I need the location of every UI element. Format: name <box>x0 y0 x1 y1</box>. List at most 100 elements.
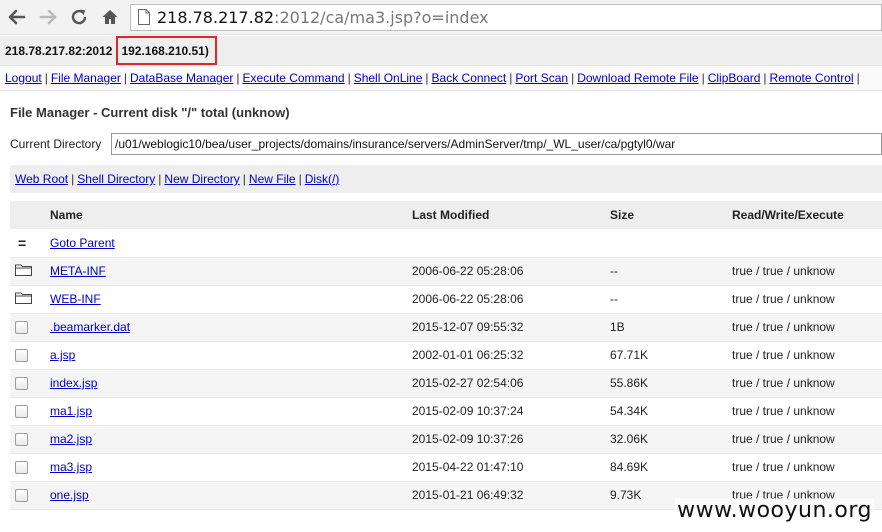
menu-separator: | <box>571 71 575 85</box>
current-directory-row: Current Directory <box>10 133 882 155</box>
menu-separator: | <box>509 71 513 85</box>
file-size: -- <box>610 285 732 314</box>
url-host: 218.78.217.82 <box>157 7 275 27</box>
goto-parent-link[interactable]: Goto Parent <box>50 236 115 250</box>
internal-ip: 192.168.210.51) <box>121 43 209 58</box>
file-checkbox[interactable] <box>15 349 28 363</box>
goto-parent-row: = Goto Parent <box>10 229 882 258</box>
menu-separator: | <box>856 71 860 85</box>
table-row: ma2.jsp 2015-02-09 10:37:26 32.06K true / t… <box>10 425 882 454</box>
menu-separator: | <box>425 71 429 85</box>
file-checkbox[interactable] <box>15 405 28 419</box>
reload-icon <box>71 9 87 25</box>
browser-toolbar: 218.78.217.82:2012/ca/ma3.jsp?o=index <box>0 0 882 35</box>
page-icon <box>138 9 150 25</box>
link-separator: | <box>71 172 75 186</box>
forward-button[interactable] <box>37 6 59 28</box>
menu-item-download-remote-file[interactable]: Download Remote File <box>577 71 698 85</box>
link-new-directory[interactable]: New Directory <box>164 172 239 186</box>
file-modified: 2015-02-09 10:37:24 <box>412 397 610 426</box>
file-size: 32.06K <box>610 425 732 454</box>
file-checkbox[interactable] <box>15 377 28 391</box>
menu-separator: | <box>123 71 127 85</box>
file-name-link[interactable]: META-INF <box>50 264 106 278</box>
home-button[interactable] <box>99 6 121 28</box>
file-size: -- <box>610 257 732 286</box>
table-row: .beamarker.dat 2015-12-07 09:55:32 1B true … <box>10 313 882 342</box>
folder-icon <box>15 264 32 276</box>
file-modified: 2015-02-27 02:54:06 <box>412 369 610 398</box>
file-checkbox[interactable] <box>15 461 28 475</box>
file-rwx: true / true / unknow <box>732 425 882 454</box>
internal-ip-highlight: 192.168.210.51) <box>116 36 217 65</box>
menu-item-port-scan[interactable]: Port Scan <box>515 71 568 85</box>
main-menu: Logout | File Manager | DataBase Manager | Exe… <box>0 66 882 91</box>
menu-item-file-manager[interactable]: File Manager <box>51 71 121 85</box>
table-row: WEB-INF 2006-06-22 05:28:06 -- true / true … <box>10 285 882 314</box>
arrow-right-icon <box>39 9 57 25</box>
link-new-file[interactable]: New File <box>249 172 296 186</box>
address-bar[interactable]: 218.78.217.82:2012/ca/ma3.jsp?o=index <box>130 3 882 31</box>
table-row: META-INF 2006-06-22 05:28:06 -- true / true… <box>10 257 882 286</box>
file-rwx: true / true / unknow <box>732 397 882 426</box>
link-separator: | <box>242 172 246 186</box>
menu-item-remote-control[interactable]: Remote Control <box>770 71 854 85</box>
menu-item-shell-online[interactable]: Shell OnLine <box>354 71 423 85</box>
file-rwx: true / true / unknow <box>732 285 882 314</box>
file-checkbox[interactable] <box>15 489 28 503</box>
menu-item-database-manager[interactable]: DataBase Manager <box>130 71 233 85</box>
menu-separator: | <box>763 71 767 85</box>
host-info-bar: 218.78.217.82:2012 192.168.210.51) <box>0 36 882 66</box>
file-name-link[interactable]: one.jsp <box>50 488 89 502</box>
folder-icon <box>15 292 32 304</box>
host-address: 218.78.217.82:2012 <box>5 43 113 58</box>
file-size: 54.34K <box>610 397 732 426</box>
menu-separator: | <box>347 71 351 85</box>
file-name-link[interactable]: index.jsp <box>50 376 97 390</box>
file-size: 55.86K <box>610 369 732 398</box>
file-name-link[interactable]: a.jsp <box>50 348 75 362</box>
file-modified: 2015-02-09 10:37:26 <box>412 425 610 454</box>
file-name-link[interactable]: WEB-INF <box>50 292 101 306</box>
file-size: 67.71K <box>610 341 732 370</box>
file-rwx: true / true / unknow <box>732 341 882 370</box>
link-web-root[interactable]: Web Root <box>15 172 68 186</box>
menu-item-logout[interactable]: Logout <box>5 71 42 85</box>
menu-item-execute-command[interactable]: Execute Command <box>243 71 345 85</box>
file-modified: 2006-06-22 05:28:06 <box>412 257 610 286</box>
header-icon-col <box>10 201 50 229</box>
file-name-link[interactable]: ma3.jsp <box>50 460 92 474</box>
current-directory-label: Current Directory <box>10 137 102 151</box>
table-row: ma1.jsp 2015-02-09 10:37:24 54.34K true / t… <box>10 397 882 426</box>
file-modified: 2002-01-01 06:25:32 <box>412 341 610 370</box>
link-disk[interactable]: Disk(/) <box>305 172 340 186</box>
menu-item-back-connect[interactable]: Back Connect <box>432 71 507 85</box>
file-checkbox[interactable] <box>15 321 28 335</box>
url-path: :2012/ca/ma3.jsp?o=index <box>274 7 489 27</box>
file-modified: 2006-06-22 05:28:06 <box>412 285 610 314</box>
file-size: 1B <box>610 313 732 342</box>
header-name: Name <box>50 201 412 229</box>
link-shell-directory[interactable]: Shell Directory <box>77 172 155 186</box>
page-title: File Manager - Current disk "/" total (u… <box>10 105 290 120</box>
header-permissions: Read/Write/Execute <box>732 201 882 229</box>
table-header-row: Name Last Modified Size Read/Write/Execu… <box>10 201 882 229</box>
current-directory-input[interactable] <box>111 133 882 155</box>
file-modified: 2015-04-22 01:47:10 <box>412 453 610 482</box>
file-name-link[interactable]: .beamarker.dat <box>50 320 130 334</box>
file-rwx: true / true / unknow <box>732 369 882 398</box>
menu-item-clipboard[interactable]: ClipBoard <box>708 71 761 85</box>
reload-button[interactable] <box>68 6 90 28</box>
watermark: www.wooyun.org <box>675 498 874 523</box>
table-row: a.jsp 2002-01-01 06:25:32 67.71K true / tru… <box>10 341 882 370</box>
directory-links-bar: Web Root | Shell Directory | New Directory | N… <box>10 165 882 193</box>
file-checkbox[interactable] <box>15 433 28 447</box>
file-name-link[interactable]: ma1.jsp <box>50 404 92 418</box>
back-button[interactable] <box>6 6 28 28</box>
header-last-modified: Last Modified <box>412 201 610 229</box>
link-separator: | <box>298 172 302 186</box>
file-name-link[interactable]: ma2.jsp <box>50 432 92 446</box>
header-size: Size <box>610 201 732 229</box>
file-rwx: true / true / unknow <box>732 257 882 286</box>
file-modified: 2015-12-07 09:55:32 <box>412 313 610 342</box>
